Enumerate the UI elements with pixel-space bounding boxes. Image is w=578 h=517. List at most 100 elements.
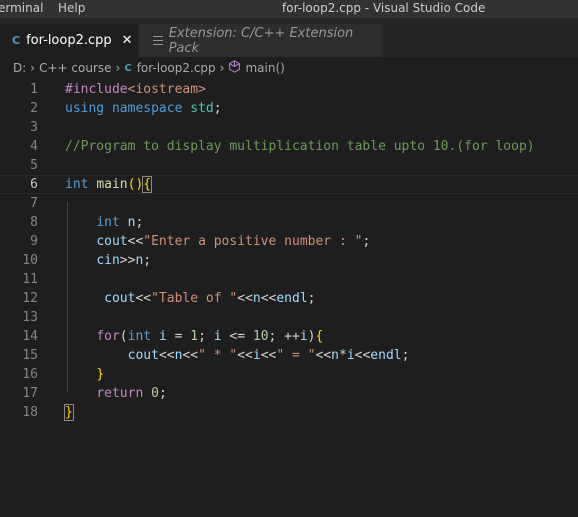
line-number: 17 [22, 386, 38, 401]
code-text: cin>>n; [65, 251, 151, 270]
close-icon[interactable]: ✕ [122, 33, 133, 48]
code-token: int [127, 329, 152, 344]
code-line[interactable]: 10 cin>>n; [0, 251, 578, 270]
extension-preview-icon [153, 36, 163, 45]
code-token: << [237, 291, 253, 306]
code-token: i [299, 329, 308, 344]
code-line[interactable]: 4 //Program to display multiplication tab… [0, 137, 578, 156]
code-token: 1 [190, 329, 199, 344]
code-line[interactable]: 18} [0, 403, 578, 422]
code-token: #include [65, 82, 128, 97]
code-line[interactable]: 12 cout<<"Table of "<<n<<endl; [0, 289, 578, 308]
code-token: ; [135, 215, 144, 230]
code-line[interactable]: 3 [0, 118, 578, 137]
code-line[interactable]: 1 #include<iostream> [0, 80, 578, 99]
code-line[interactable]: 17 return 0; [0, 384, 578, 403]
code-editor[interactable]: 1 #include<iostream> 2 using namespace std;… [0, 80, 578, 517]
breadcrumb-item-file[interactable]: for-loop2.cpp [137, 61, 216, 75]
code-token: ( [119, 329, 128, 344]
code-line[interactable]: 5 [0, 156, 578, 175]
menu-terminal[interactable]: erminal [0, 1, 43, 15]
menu-help[interactable]: Help [58, 1, 85, 15]
code-token: { [142, 176, 153, 193]
line-number: 8 [30, 215, 38, 230]
tab-for-loop2-cpp[interactable]: C for-loop2.cpp ✕ [0, 24, 138, 57]
code-token: ; [307, 291, 316, 306]
code-token: n [252, 291, 261, 306]
code-token: } [64, 404, 74, 421]
code-text: //Program to display multiplication tabl… [65, 137, 535, 156]
code-token: << [135, 291, 152, 306]
code-line[interactable]: 13 [0, 308, 578, 327]
code-token: () [127, 177, 144, 192]
code-token: namespace [111, 101, 183, 116]
code-line[interactable]: 11 [0, 270, 578, 289]
code-line[interactable]: 8 int n; [0, 213, 578, 232]
code-line[interactable]: 16 } [0, 365, 578, 384]
code-token: cin [96, 253, 120, 268]
code-line[interactable]: 14 for(int i = 1; i <= 10; ++i){ [0, 327, 578, 346]
tab-extension-pack[interactable]: Extension: C/C++ Extension Pack [139, 24, 381, 57]
code-line[interactable]: 15 cout<<n<<" * "<<i<<" = "<<n*i<<endl; [0, 346, 578, 365]
cpp-file-icon: C [124, 62, 132, 74]
code-text: using namespace std; [65, 99, 222, 118]
code-token: "Table of " [151, 291, 238, 306]
line-number: 1 [30, 82, 38, 97]
code-token: 10 [252, 329, 269, 344]
code-token: "Enter a positive number : " [143, 234, 363, 249]
code-line[interactable]: 7 [0, 194, 578, 213]
code-token: " * " [198, 348, 238, 363]
line-number: 13 [22, 310, 38, 325]
code-token: int [65, 177, 89, 192]
chevron-right-icon: › [115, 61, 121, 75]
chevron-right-icon: › [219, 61, 225, 75]
line-number: 2 [30, 101, 38, 116]
code-token: endl [370, 348, 402, 363]
line-number: 3 [30, 120, 38, 135]
code-token: int [96, 215, 120, 230]
code-text: for(int i = 1; i <= 10; ++i){ [65, 327, 323, 346]
code-token: ) [307, 329, 316, 344]
code-line[interactable]: 9 cout<<"Enter a positive number : "; [0, 232, 578, 251]
code-text: return 0; [65, 384, 167, 403]
line-number: 6 [30, 177, 38, 192]
code-token: cout [127, 348, 159, 363]
code-text: int n; [65, 213, 143, 232]
code-token: " = " [276, 348, 316, 363]
breadcrumb-item-folder[interactable]: C++ course [39, 61, 111, 75]
code-token: i [158, 329, 167, 344]
tab-label: Extension: C/C++ Extension Pack [168, 25, 354, 56]
code-text: cout<<n<<" * "<<i<<" = "<<n*i<<endl; [65, 346, 410, 365]
code-token: << [260, 348, 277, 363]
line-number: 14 [22, 329, 38, 344]
code-line[interactable]: 2 using namespace std; [0, 99, 578, 118]
breadcrumb-item-function[interactable]: main() [245, 61, 284, 75]
code-token: //Program to display multiplication tabl… [65, 139, 535, 154]
code-token: main [96, 177, 128, 192]
code-text: } [65, 365, 104, 384]
code-token: ; [158, 386, 167, 401]
line-number: 11 [22, 272, 38, 287]
code-token: << [260, 291, 277, 306]
code-token: << [127, 234, 144, 249]
code-token: 0 [151, 386, 159, 401]
code-token: } [96, 367, 105, 382]
window-title: for-loop2.cpp - Visual Studio Code [282, 1, 486, 15]
code-token: endl [276, 291, 308, 306]
breadcrumb-item-drive[interactable]: D: [13, 61, 26, 75]
code-token: * [338, 348, 347, 363]
code-token: << [158, 348, 175, 363]
code-token: return [96, 386, 144, 401]
code-token: <iostream> [127, 82, 206, 97]
tab-bar: C for-loop2.cpp ✕ Extension: C/C++ Exten… [0, 18, 578, 57]
code-line[interactable]: 6 int main(){ [0, 175, 578, 194]
code-token: n [331, 348, 339, 363]
breadcrumb: D: › C++ course › C for-loop2.cpp › main… [0, 57, 578, 79]
line-number: 7 [30, 196, 38, 211]
